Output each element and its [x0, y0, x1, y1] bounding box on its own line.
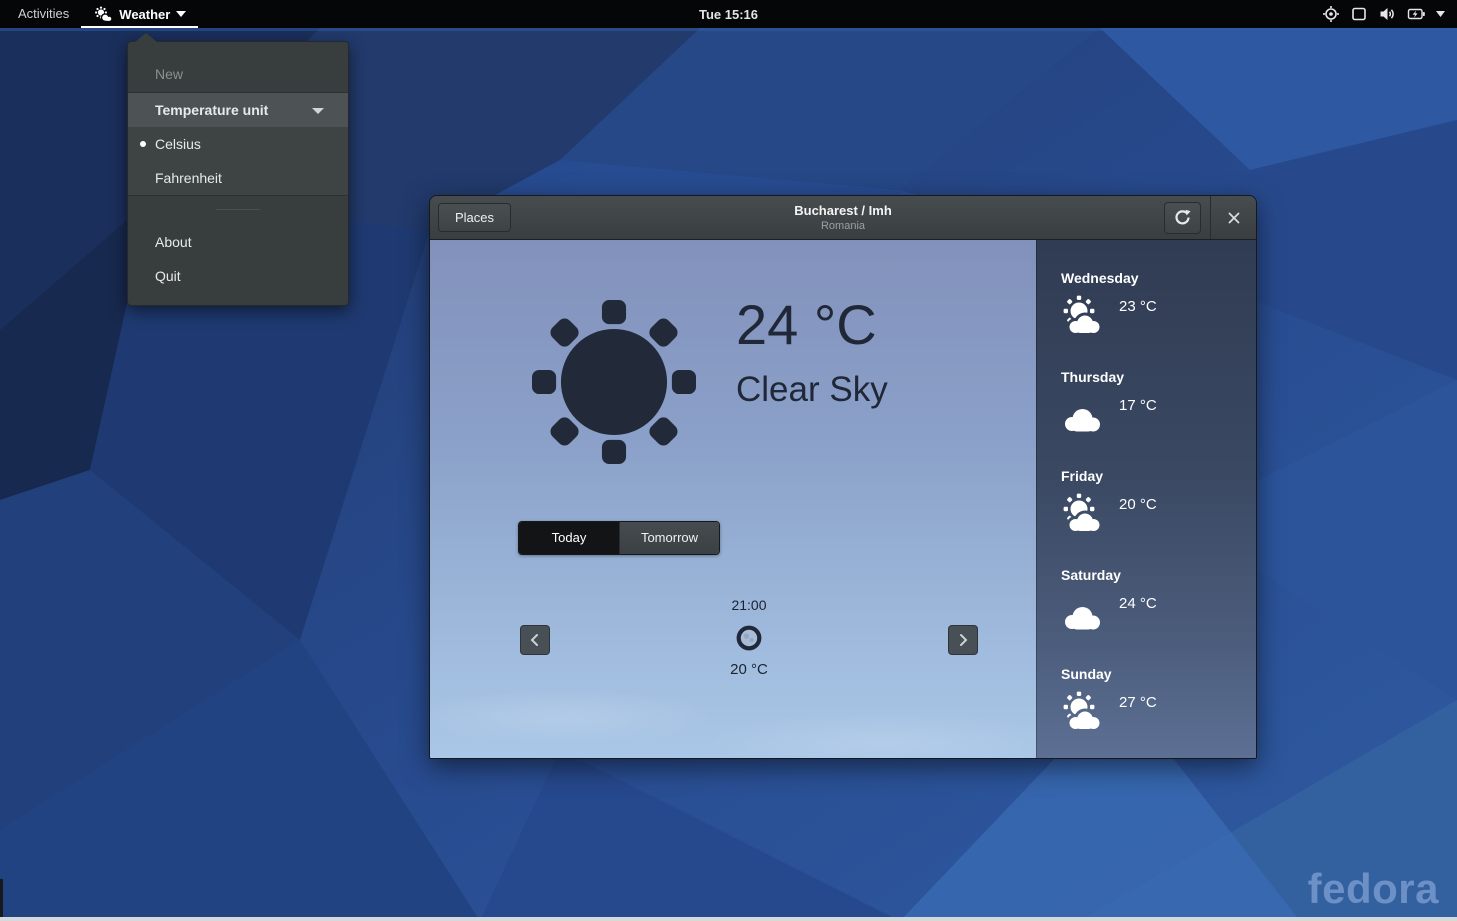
app-menu-button[interactable]: Weather: [81, 0, 198, 28]
current-conditions-pane: 24 °C Clear Sky Today Tomorrow: [430, 240, 1036, 758]
day-name: Wednesday: [1061, 268, 1256, 286]
menu-item-celsius[interactable]: Celsius: [128, 127, 348, 161]
radio-selected-icon: [140, 141, 146, 147]
day-temperature: 24 °C: [1119, 595, 1157, 612]
day-temperature: 20 °C: [1119, 496, 1157, 513]
day-weather-icon: [1059, 590, 1107, 638]
bottom-edge-strip: [0, 917, 1457, 921]
forecast-sidebar: Wednesday 23 °C Thursday 17 °C Friday: [1036, 240, 1256, 758]
current-temperature: 24 °C: [736, 292, 877, 357]
hourly-next-button[interactable]: [948, 625, 978, 655]
caret-down-icon: [176, 11, 186, 17]
forecast-day-row[interactable]: Friday 20 °C: [1061, 466, 1256, 565]
day-forecast: 24 °C: [1061, 590, 1256, 638]
window-actions: [1164, 196, 1256, 239]
battery-charging-icon: [1407, 5, 1426, 23]
close-button[interactable]: [1211, 196, 1256, 239]
celsius-label: Celsius: [155, 136, 201, 152]
window-title: Bucharest / Imh: [794, 203, 892, 218]
volume-icon: [1378, 5, 1397, 23]
day-temperature: 23 °C: [1119, 298, 1157, 315]
day-name: Friday: [1061, 466, 1256, 484]
refresh-button[interactable]: [1164, 202, 1201, 234]
app-menu-label: Weather: [119, 7, 170, 22]
day-weather-icon: [1059, 293, 1107, 341]
menu-item-fahrenheit[interactable]: Fahrenheit: [128, 161, 348, 195]
day-name: Saturday: [1061, 565, 1256, 583]
close-icon: [1227, 211, 1241, 225]
window-body: 24 °C Clear Sky Today Tomorrow: [430, 240, 1256, 758]
chevron-right-icon: [953, 630, 973, 650]
day-temperature: 27 °C: [1119, 694, 1157, 711]
clear-sky-sun-icon: [532, 300, 696, 464]
day-weather-icon: [1059, 491, 1107, 539]
moon-icon: [735, 624, 763, 652]
day-forecast: 23 °C: [1061, 293, 1256, 341]
forecast-day-row[interactable]: Thursday 17 °C: [1061, 367, 1256, 466]
hour-temperature: 20 °C: [689, 661, 809, 678]
popover-arrow: [135, 33, 157, 42]
tab-today[interactable]: Today: [519, 522, 619, 554]
desktop: fedora Activities: [0, 0, 1457, 921]
app-menu-popover: New Temperature unit Celsius Fahrenheit …: [127, 41, 349, 306]
places-button[interactable]: Places: [438, 203, 511, 232]
top-bar: Activities Weather: [0, 0, 1457, 28]
hour-time: 21:00: [689, 597, 809, 613]
caret-down-icon: [1436, 11, 1445, 17]
clock[interactable]: Tue 15:16: [699, 7, 758, 22]
day-name: Thursday: [1061, 367, 1256, 385]
day-forecast: 27 °C: [1061, 689, 1256, 737]
day-weather-icon: [1059, 392, 1107, 440]
day-forecast: 17 °C: [1061, 392, 1256, 440]
day-forecast: 20 °C: [1061, 491, 1256, 539]
window-title-block: Bucharest / Imh Romania: [794, 203, 892, 232]
temperature-unit-label: Temperature unit: [155, 102, 268, 118]
current-condition: Clear Sky: [736, 370, 888, 410]
screen-icon: [1350, 5, 1368, 23]
menu-separator: [128, 195, 348, 196]
caret-down-icon: [312, 108, 324, 114]
window-header: Places Bucharest / Imh Romania: [430, 196, 1256, 240]
day-name: Sunday: [1061, 664, 1256, 682]
location-icon: [1322, 5, 1340, 23]
weather-window: Places Bucharest / Imh Romania: [429, 195, 1257, 759]
forecast-day-row[interactable]: Wednesday 23 °C: [1061, 268, 1256, 367]
menu-item-temperature-unit[interactable]: Temperature unit: [128, 93, 348, 127]
system-status-area[interactable]: [1322, 0, 1457, 28]
refresh-icon: [1173, 208, 1192, 227]
tab-tomorrow[interactable]: Tomorrow: [619, 522, 719, 554]
forecast-day-row[interactable]: Saturday 24 °C: [1061, 565, 1256, 664]
hourly-forecast-item[interactable]: 21:00 20 °C: [689, 597, 809, 678]
menu-item-about[interactable]: About: [128, 225, 348, 259]
menu-short-separator: [216, 209, 260, 210]
forecast-day-row[interactable]: Sunday 27 °C: [1061, 664, 1256, 759]
hourly-prev-button[interactable]: [520, 625, 550, 655]
chevron-left-icon: [525, 630, 545, 650]
background-window-edge: [0, 879, 3, 917]
window-subtitle: Romania: [794, 220, 892, 232]
menu-item-quit[interactable]: Quit: [128, 259, 348, 293]
day-weather-icon: [1059, 689, 1107, 737]
menu-item-new[interactable]: New: [128, 56, 348, 92]
day-temperature: 17 °C: [1119, 397, 1157, 414]
activities-button[interactable]: Activities: [12, 0, 75, 28]
fedora-logo: fedora: [1308, 865, 1439, 913]
day-toggle: Today Tomorrow: [518, 521, 720, 555]
weather-app-icon: [93, 6, 113, 23]
temperature-unit-section: Temperature unit Celsius Fahrenheit: [128, 93, 348, 195]
